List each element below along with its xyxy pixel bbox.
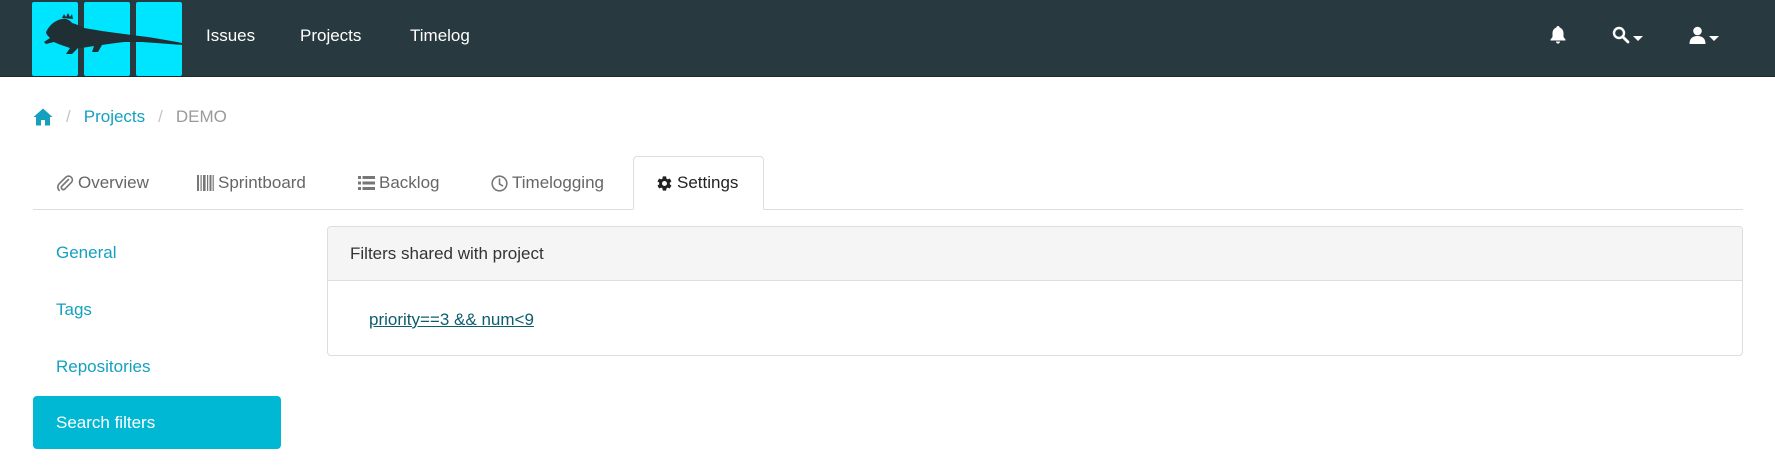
sidenav-item-repositories[interactable]: Repositories bbox=[33, 340, 281, 393]
breadcrumb: / Projects / DEMO bbox=[33, 106, 227, 128]
tab-timelogging[interactable]: Timelogging bbox=[491, 156, 604, 210]
sidenav-item-label: Repositories bbox=[56, 356, 151, 376]
search-dropdown[interactable] bbox=[1612, 24, 1643, 46]
notifications-button[interactable] bbox=[1550, 24, 1566, 46]
tab-label: Backlog bbox=[379, 173, 440, 192]
chevron-down-icon bbox=[1633, 35, 1643, 41]
list-icon bbox=[358, 176, 375, 190]
paperclip-icon bbox=[57, 175, 74, 192]
filter-link[interactable]: priority==3 && num<9 bbox=[369, 310, 534, 329]
sidenav-item-label: General bbox=[56, 242, 117, 262]
user-icon bbox=[1689, 26, 1706, 44]
shared-filters-panel: Filters shared with project priority==3 … bbox=[327, 226, 1743, 356]
nav-link-projects[interactable]: Projects bbox=[300, 26, 361, 46]
nav-link-timelog[interactable]: Timelog bbox=[410, 26, 470, 46]
home-icon[interactable] bbox=[33, 108, 53, 126]
user-dropdown[interactable] bbox=[1689, 24, 1719, 46]
tab-label: Timelogging bbox=[512, 173, 604, 192]
breadcrumb-projects[interactable]: Projects bbox=[84, 107, 145, 127]
logo-icon[interactable] bbox=[32, 2, 184, 76]
chevron-down-icon bbox=[1709, 35, 1719, 41]
search-icon bbox=[1612, 26, 1630, 44]
panel-heading: Filters shared with project bbox=[328, 227, 1742, 281]
tab-sprintboard[interactable]: Sprintboard bbox=[197, 156, 306, 210]
top-navbar: Issues Projects Timelog bbox=[0, 0, 1775, 77]
tab-label: Settings bbox=[677, 173, 739, 192]
sidenav-item-label: Tags bbox=[56, 299, 92, 319]
tab-label: Sprintboard bbox=[218, 173, 306, 192]
clock-icon bbox=[491, 174, 508, 192]
panel-title: Filters shared with project bbox=[350, 243, 544, 263]
sidenav-item-tags[interactable]: Tags bbox=[33, 283, 281, 336]
breadcrumb-separator: / bbox=[66, 107, 71, 126]
tab-overview[interactable]: Overview bbox=[56, 156, 149, 210]
bell-icon bbox=[1550, 26, 1566, 44]
nav-link-issues[interactable]: Issues bbox=[206, 26, 255, 46]
breadcrumb-separator: / bbox=[158, 107, 163, 126]
gear-icon bbox=[657, 175, 672, 191]
tab-label: Overview bbox=[78, 173, 149, 192]
tab-backlog[interactable]: Backlog bbox=[358, 156, 439, 210]
sidenav-item-label: Search filters bbox=[56, 412, 156, 432]
sidenav-item-search-filters[interactable]: Search filters bbox=[33, 396, 281, 449]
tab-settings[interactable]: Settings bbox=[633, 156, 764, 210]
breadcrumb-current: DEMO bbox=[175, 107, 227, 126]
panel-body: priority==3 && num<9 bbox=[328, 281, 1742, 330]
sidenav-item-general[interactable]: General bbox=[33, 226, 281, 279]
barcode-icon bbox=[197, 175, 214, 191]
